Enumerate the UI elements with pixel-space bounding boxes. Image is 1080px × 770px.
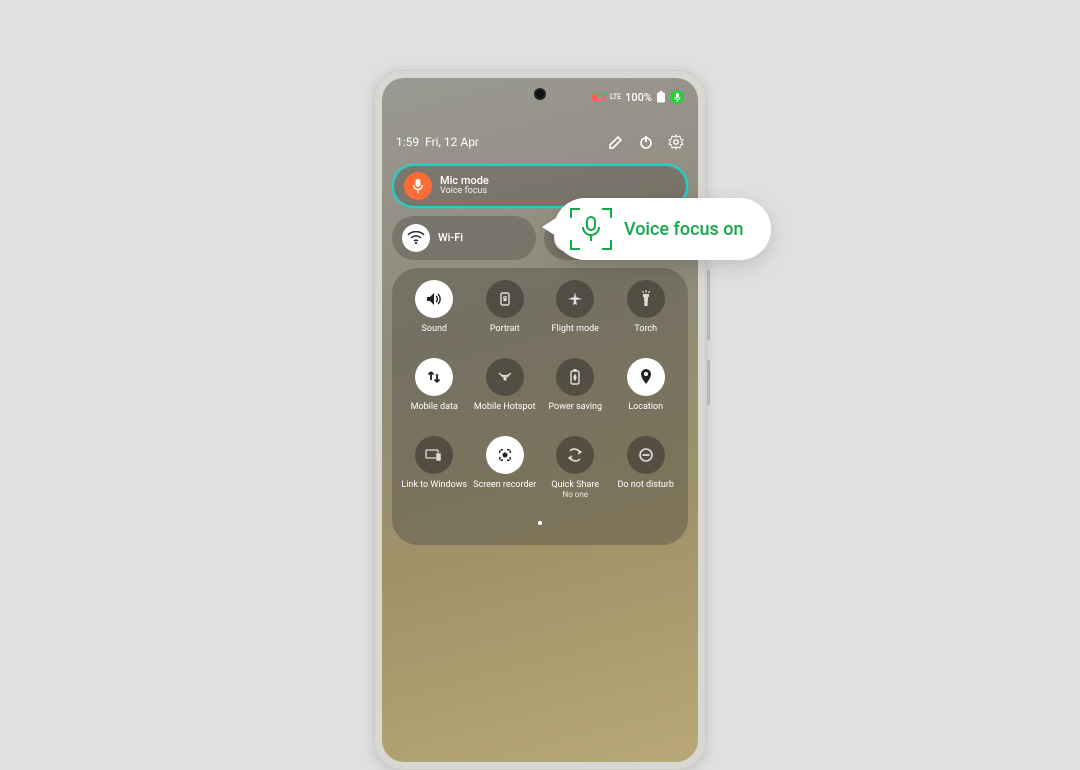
- tile-label: Screen recorder: [473, 480, 536, 500]
- mobile-data-icon: [415, 358, 453, 396]
- tile-do-not-disturb[interactable]: Do not disturb: [612, 436, 681, 500]
- tile-label: Sound: [422, 324, 447, 344]
- tile-sound[interactable]: Sound: [400, 280, 469, 344]
- hotspot-icon: [486, 358, 524, 396]
- power-saving-icon: [556, 358, 594, 396]
- phone-screen: LTE 100% 1:59 Fri, 12 Apr: [382, 78, 698, 762]
- power-button: [707, 360, 710, 405]
- clock-date[interactable]: 1:59 Fri, 12 Apr: [396, 135, 479, 149]
- tile-wifi[interactable]: Wi-Fi: [392, 216, 536, 260]
- header-time: 1:59: [396, 135, 419, 149]
- tile-mobile-hotspot[interactable]: Mobile Hotspot: [471, 358, 540, 422]
- sound-icon: [415, 280, 453, 318]
- torch-icon: [627, 280, 665, 318]
- voice-focus-icon: [570, 208, 612, 250]
- mic-mode-subtitle: Voice focus: [440, 187, 489, 197]
- phone-frame: LTE 100% 1:59 Fri, 12 Apr: [374, 70, 706, 770]
- callout-text: Voice focus on: [624, 219, 743, 240]
- tile-label: Flight mode: [552, 324, 599, 344]
- page-indicator: [400, 510, 680, 529]
- power-icon[interactable]: [638, 134, 654, 150]
- tile-link-to-windows[interactable]: Link to Windows: [400, 436, 469, 500]
- portrait-lock-icon: [486, 280, 524, 318]
- battery-percent: 100%: [625, 91, 652, 104]
- tile-label: Mobile Hotspot: [474, 402, 536, 422]
- quick-settings-grid: Sound Portrait Flight mode: [392, 268, 688, 545]
- wifi-icon: [402, 224, 430, 252]
- header-date: Fri, 12 Apr: [425, 135, 479, 149]
- edit-icon[interactable]: [608, 134, 624, 150]
- tile-label: Do not disturb: [618, 480, 674, 500]
- tile-label: Torch: [634, 324, 657, 344]
- settings-icon[interactable]: [668, 134, 684, 150]
- link-windows-icon: [415, 436, 453, 474]
- tile-label: Mobile data: [411, 402, 458, 422]
- tile-power-saving[interactable]: Power saving: [541, 358, 610, 422]
- tile-label: Power saving: [548, 402, 602, 422]
- signal-icon: LTE: [610, 94, 621, 101]
- mic-active-indicator: [670, 90, 684, 104]
- screen-recorder-icon: [486, 436, 524, 474]
- tile-label: Portrait: [490, 324, 520, 344]
- front-camera: [534, 88, 546, 100]
- tile-quick-share[interactable]: Quick ShareNo one: [541, 436, 610, 500]
- voice-focus-callout: Voice focus on: [554, 198, 771, 260]
- tile-flight-mode[interactable]: Flight mode: [541, 280, 610, 344]
- wifi-label: Wi-Fi: [438, 232, 463, 244]
- quick-share-icon: [556, 436, 594, 474]
- battery-full-icon: [656, 91, 666, 103]
- tile-torch[interactable]: Torch: [612, 280, 681, 344]
- tile-mobile-data[interactable]: Mobile data: [400, 358, 469, 422]
- volume-button: [707, 270, 710, 340]
- tile-screen-recorder[interactable]: Screen recorder: [471, 436, 540, 500]
- battery-low-icon: [592, 93, 606, 102]
- airplane-icon: [556, 280, 594, 318]
- tile-portrait[interactable]: Portrait: [471, 280, 540, 344]
- tile-label: Link to Windows: [401, 480, 467, 500]
- status-bar: LTE 100%: [592, 90, 684, 104]
- location-icon: [627, 358, 665, 396]
- callout-pointer: [542, 218, 556, 236]
- dnd-icon: [627, 436, 665, 474]
- mic-icon: [404, 172, 432, 200]
- tile-label: Location: [628, 402, 663, 422]
- quick-panel-header: 1:59 Fri, 12 Apr: [396, 134, 684, 150]
- tile-label: Quick ShareNo one: [551, 480, 599, 500]
- tile-location[interactable]: Location: [612, 358, 681, 422]
